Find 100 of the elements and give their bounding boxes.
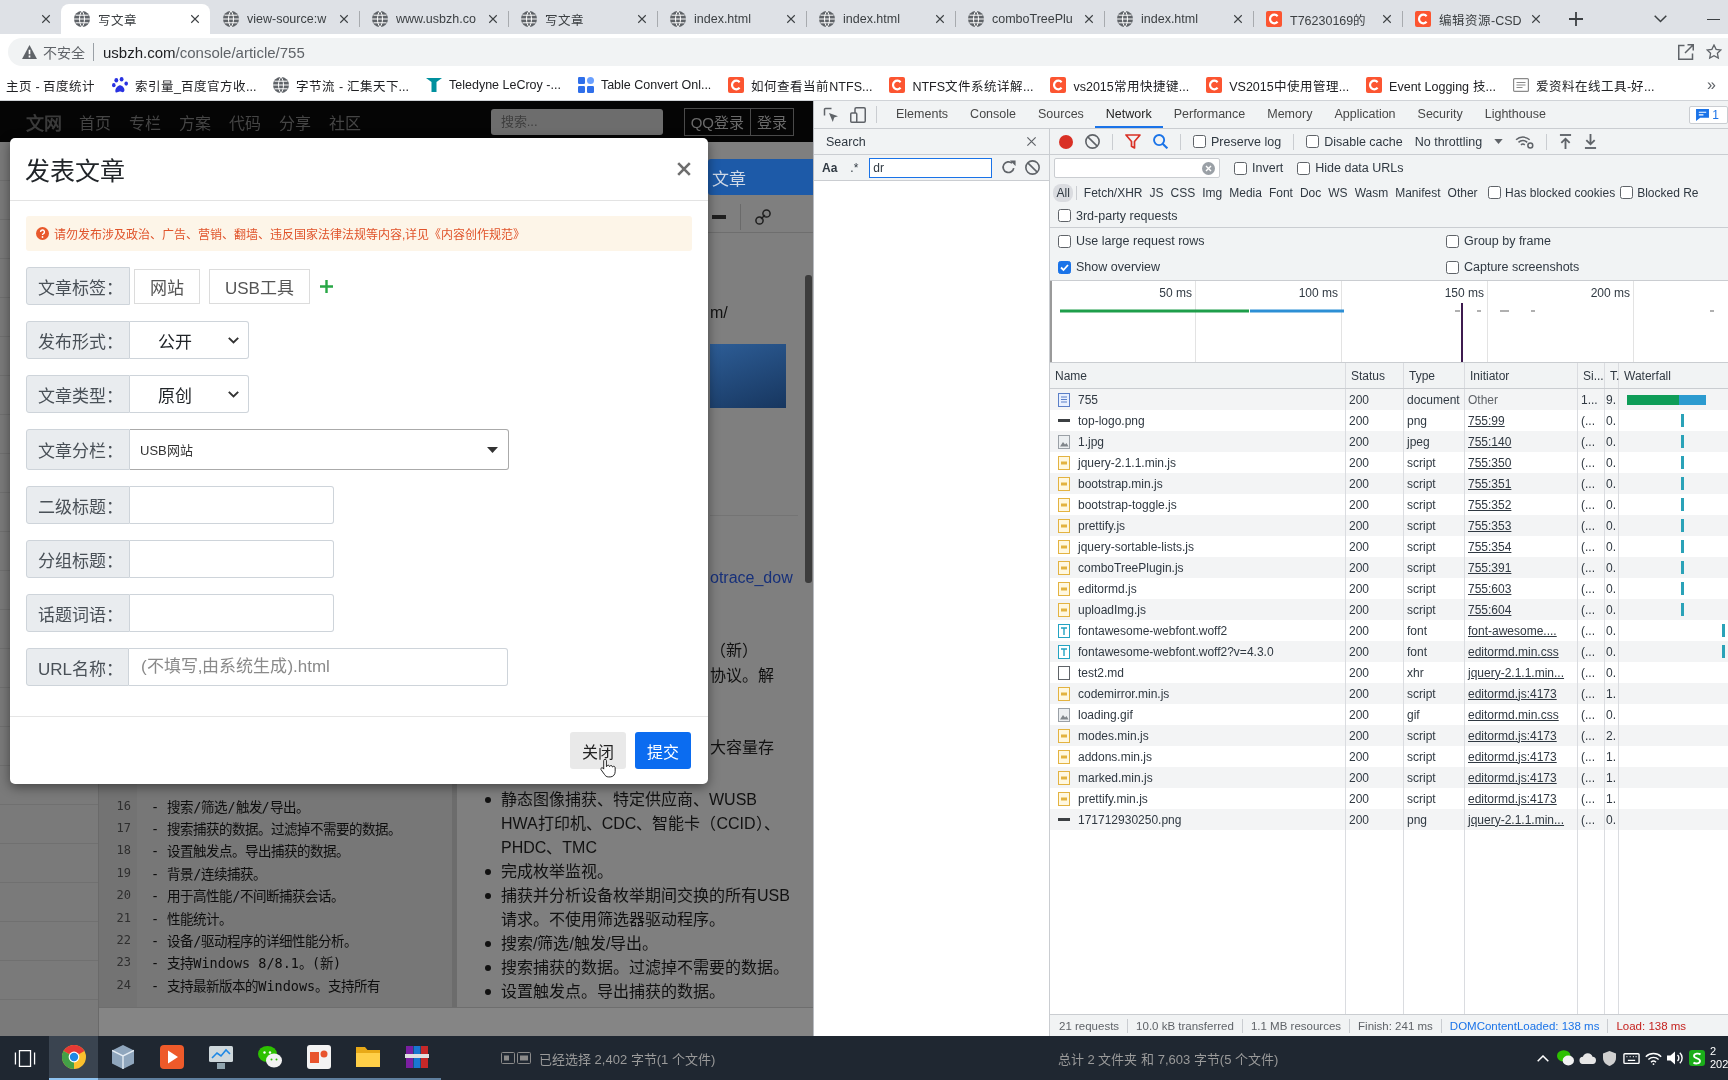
- browser-tab[interactable]: 写文章: [508, 4, 657, 34]
- type-filter[interactable]: WS: [1324, 183, 1352, 202]
- filter-icon[interactable]: [1125, 134, 1141, 149]
- type-filter[interactable]: JS: [1146, 183, 1168, 202]
- devtools-tab[interactable]: Performance: [1162, 101, 1257, 128]
- share-icon[interactable]: [1678, 44, 1694, 60]
- tag[interactable]: 网站: [134, 268, 200, 304]
- bookmark[interactable]: 如何查看当前NTFS...: [719, 73, 881, 97]
- text-field[interactable]: [130, 594, 334, 632]
- bookmark[interactable]: Event Logging 技...: [1357, 73, 1504, 97]
- column-header[interactable]: T.: [1605, 363, 1619, 388]
- shield-icon[interactable]: [1602, 1050, 1616, 1066]
- column-header[interactable]: Status: [1346, 363, 1404, 388]
- tag[interactable]: USB工具: [209, 268, 310, 304]
- table-row[interactable]: 755 200 document Other 1... 9.: [1050, 389, 1728, 410]
- taskbar-button[interactable]: [49, 1036, 98, 1080]
- link[interactable]: 755:351: [1465, 473, 1578, 494]
- clear-icon[interactable]: [1202, 161, 1215, 175]
- bookmark[interactable]: 主页 - 百度统计: [6, 73, 104, 97]
- bookmark[interactable]: 爱资料在线工具-好...: [1503, 73, 1663, 97]
- table-row[interactable]: bootstrap.min.js 200 script 755:351 (... 0.: [1050, 473, 1728, 494]
- select-field[interactable]: USB网站: [130, 429, 509, 470]
- checkbox[interactable]: [1297, 161, 1311, 175]
- block-icon[interactable]: [1025, 160, 1041, 175]
- checkbox[interactable]: [1058, 260, 1071, 274]
- link-icon[interactable]: [755, 208, 771, 225]
- table-row[interactable]: uploadImg.js 200 script 755:604 (... 0.: [1050, 599, 1728, 620]
- devtools-tab[interactable]: Memory: [1256, 101, 1324, 128]
- table-row[interactable]: 171712930250.png 200 png jquery-2.1.1.min... (... 0.: [1050, 809, 1728, 830]
- bookmark[interactable]: vs2015常用快捷键...: [1041, 73, 1198, 97]
- close-icon[interactable]: [677, 162, 691, 176]
- type-filter[interactable]: Manifest: [1391, 183, 1445, 202]
- close-icon[interactable]: [1084, 14, 1094, 24]
- search-field[interactable]: dr: [869, 157, 993, 178]
- devtools-tab[interactable]: Application: [1323, 101, 1407, 128]
- bookmark[interactable]: Table Convert Onl...: [568, 73, 720, 97]
- checkbox[interactable]: [1058, 234, 1071, 248]
- minimize-icon[interactable]: [1707, 18, 1720, 20]
- close-icon[interactable]: [488, 14, 498, 24]
- column-header[interactable]: Initiator: [1465, 363, 1578, 388]
- record-icon[interactable]: [1059, 134, 1073, 149]
- select-field[interactable]: 公开: [130, 321, 249, 359]
- chevron-down-icon[interactable]: [1654, 15, 1667, 23]
- bookmark[interactable]: 索引量_百度官方收...: [103, 73, 265, 97]
- checkbox[interactable]: [1058, 209, 1071, 222]
- close-icon[interactable]: [1531, 14, 1541, 24]
- column-header[interactable]: Si...: [1578, 363, 1605, 388]
- type-filter[interactable]: All: [1053, 183, 1074, 202]
- close-icon[interactable]: [1382, 14, 1392, 24]
- login-button[interactable]: 登录: [751, 107, 794, 136]
- close-icon[interactable]: [190, 14, 200, 24]
- column-header[interactable]: Type: [1404, 363, 1465, 388]
- upload-icon[interactable]: [1559, 134, 1573, 149]
- scrollbar[interactable]: [805, 275, 812, 583]
- devtools-tab[interactable]: Sources: [1027, 101, 1095, 128]
- type-filter[interactable]: Fetch/XHR: [1080, 183, 1147, 202]
- filter-field[interactable]: [1054, 158, 1220, 178]
- bookmark[interactable]: VS2015中使用管理...: [1197, 73, 1358, 97]
- link[interactable]: 755:391: [1465, 557, 1578, 578]
- checkbox[interactable]: [1234, 161, 1247, 175]
- speaker-icon[interactable]: [1667, 1051, 1683, 1065]
- minus-icon[interactable]: [712, 214, 726, 219]
- security-chip[interactable]: 不安全: [22, 43, 94, 61]
- browser-tab[interactable]: www.usbzh.co: [359, 4, 508, 34]
- regex-button[interactable]: .*: [848, 160, 861, 175]
- chat-bubbles-icon[interactable]: [1556, 1050, 1574, 1066]
- browser-tab[interactable]: 写文章: [61, 4, 210, 34]
- table-row[interactable]: prettify.js 200 script 755:353 (... 0.: [1050, 515, 1728, 536]
- bookmark[interactable]: Teledyne LeCroy -...: [417, 73, 569, 97]
- chevron-up-icon[interactable]: [1537, 1054, 1549, 1062]
- close-icon[interactable]: [339, 14, 349, 24]
- close-icon[interactable]: [637, 14, 647, 24]
- star-icon[interactable]: [1706, 44, 1722, 60]
- close-icon[interactable]: [935, 14, 945, 24]
- browser-tab[interactable]: index.html: [1104, 4, 1253, 34]
- app-tile-icon[interactable]: [1689, 1050, 1705, 1066]
- text-field[interactable]: (不填写,由系统生成).html: [129, 648, 508, 686]
- browser-tab[interactable]: 编辑资源-CSD: [1402, 4, 1551, 34]
- link[interactable]: jquery-2.1.1.min...: [1465, 809, 1578, 830]
- submit-button[interactable]: 提交: [635, 732, 691, 769]
- close-icon[interactable]: [786, 14, 796, 24]
- link[interactable]: editormd.min.css: [1465, 641, 1578, 662]
- link[interactable]: 755:140: [1465, 431, 1578, 452]
- column-header[interactable]: Waterfall: [1619, 363, 1728, 388]
- select-field[interactable]: 原创: [130, 375, 249, 413]
- browser-tab[interactable]: index.html: [657, 4, 806, 34]
- close-icon[interactable]: [1233, 14, 1243, 24]
- type-filter[interactable]: Other: [1444, 183, 1482, 202]
- type-filter[interactable]: Font: [1265, 183, 1297, 202]
- login-button[interactable]: QQ登录: [683, 107, 751, 136]
- cloud-icon[interactable]: [1578, 1052, 1596, 1064]
- type-filter[interactable]: Img: [1198, 183, 1226, 202]
- checkbox[interactable]: [1488, 186, 1502, 199]
- search-icon[interactable]: [1153, 134, 1168, 149]
- block-icon[interactable]: [1085, 134, 1100, 149]
- bookmark[interactable]: 字节流 - 汇集天下...: [264, 73, 417, 97]
- close-icon[interactable]: [41, 14, 51, 24]
- issues-button[interactable]: 1: [1689, 105, 1728, 124]
- devtools-tab[interactable]: Lighthouse: [1473, 101, 1557, 128]
- throttling-select[interactable]: No throttling: [1414, 134, 1504, 149]
